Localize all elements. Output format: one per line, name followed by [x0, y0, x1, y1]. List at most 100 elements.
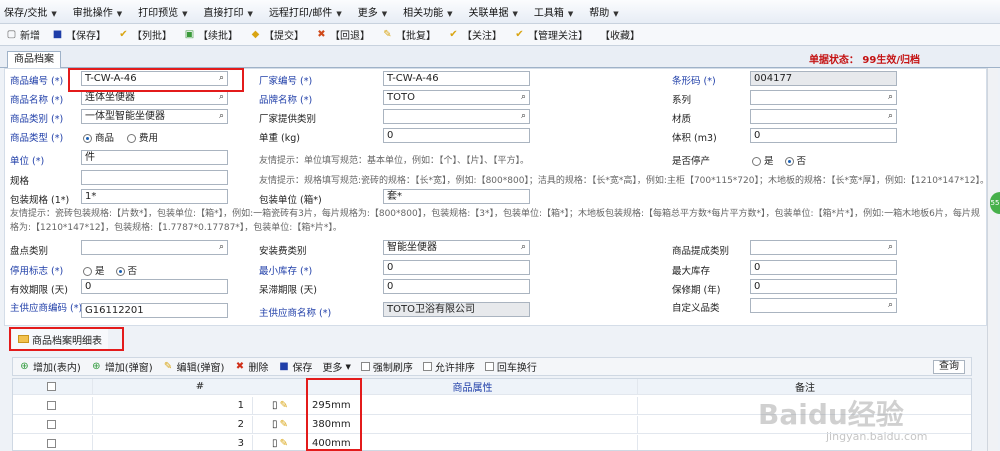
doc-icon[interactable]: ▯	[272, 438, 278, 449]
force-reorder-checkbox[interactable]: 强制刷序	[360, 359, 413, 374]
submit-button[interactable]: ◆ 【提交】	[250, 27, 304, 42]
search-icon[interactable]: ⌕	[219, 72, 224, 85]
search-icon[interactable]: ⌕	[219, 241, 224, 254]
row-actions-cell: ▯ ✎	[253, 397, 308, 414]
return-button[interactable]: ✖ 【回退】	[316, 27, 370, 42]
new-button[interactable]: ▢ 新增	[6, 27, 40, 42]
check-icon: ✔	[449, 29, 458, 40]
search-icon[interactable]: ⌕	[888, 91, 893, 104]
material-label: 材质	[672, 114, 692, 125]
list-approve-button[interactable]: ✔ 【列批】	[118, 27, 172, 42]
product-code-input[interactable]: T-CW-A-46 ⌕	[81, 71, 228, 86]
pack-unit-input[interactable]: 套*	[383, 189, 530, 204]
search-icon[interactable]: ⌕	[521, 241, 526, 254]
row-checkbox[interactable]	[46, 420, 56, 429]
type-product-radio[interactable]	[83, 134, 92, 143]
vertical-scrollbar[interactable]	[987, 68, 998, 451]
custom-category-input[interactable]: ⌕	[750, 298, 897, 313]
search-icon[interactable]: ⌕	[219, 110, 224, 123]
brand-input[interactable]: TOTO ⌕	[383, 90, 530, 105]
checkbox-icon	[360, 362, 370, 371]
continue-approve-button[interactable]: ▣ 【续批】	[184, 27, 238, 42]
menu-related-docs[interactable]: 关联单据 ▼	[468, 4, 517, 19]
category-input[interactable]: 一体型智能坐便器 ⌕	[81, 109, 228, 124]
row-attr-cell[interactable]: 380mm	[308, 416, 638, 433]
search-icon[interactable]: ⌕	[888, 299, 893, 312]
doc-icon[interactable]: ▯	[272, 419, 278, 430]
series-input[interactable]: ⌕	[750, 90, 897, 105]
search-icon[interactable]: ⌕	[219, 91, 224, 104]
valid-days-input[interactable]: 0	[81, 279, 228, 294]
pack-spec-input[interactable]: 1*	[81, 189, 228, 204]
query-button[interactable]: 查询	[933, 360, 965, 374]
weight-input[interactable]: 0	[383, 128, 530, 143]
enter-newline-checkbox[interactable]: 回车换行	[484, 359, 537, 374]
doc-icon[interactable]: ▯	[272, 400, 278, 411]
valid-days-label: 有效期限 (天)	[10, 285, 68, 296]
checkbox-icon	[484, 362, 494, 371]
tab-bar: 商品档案 单据状态： 99生效/归档	[0, 46, 1000, 68]
search-icon[interactable]: ⌕	[521, 110, 526, 123]
type-fee-radio[interactable]	[127, 134, 137, 143]
discontinued-no-radio[interactable]	[784, 157, 794, 166]
reply-button[interactable]: ✎ 【批复】	[382, 27, 436, 42]
volume-input[interactable]: 0	[750, 128, 897, 143]
tab-product-archive[interactable]: 商品档案	[7, 51, 61, 68]
pencil-icon[interactable]: ✎	[280, 419, 288, 430]
manage-follow-button[interactable]: ✔ 【管理关注】	[514, 27, 588, 42]
supplier-name-input[interactable]: TOTO卫浴有限公司	[383, 302, 530, 317]
product-name-input[interactable]: 连体坐便器 ⌕	[81, 90, 228, 105]
disabled-yes-radio[interactable]	[83, 267, 92, 276]
row-attr-cell[interactable]: 295mm	[308, 397, 638, 414]
attr-header[interactable]: 商品属性	[308, 379, 638, 394]
edit-popup-button[interactable]: ✎ 编辑(弹窗)	[163, 359, 225, 374]
row-checkbox[interactable]	[46, 401, 56, 410]
pencil-icon[interactable]: ✎	[280, 438, 288, 449]
disabled-no-radio[interactable]	[115, 267, 125, 276]
search-icon[interactable]: ⌕	[888, 241, 893, 254]
pencil-icon[interactable]: ✎	[280, 400, 288, 411]
discontinued-yes-radio[interactable]	[752, 157, 761, 166]
add-popup-button[interactable]: ⊕ 增加(弹窗)	[91, 359, 153, 374]
search-icon[interactable]: ⌕	[521, 91, 526, 104]
min-stock-input[interactable]: 0	[383, 260, 530, 275]
row-attr-cell[interactable]: 400mm	[308, 435, 638, 450]
supplier-code-input[interactable]: G16112201	[81, 303, 228, 318]
factory-category-input[interactable]: ⌕	[383, 109, 530, 124]
follow-button[interactable]: ✔ 【关注】	[448, 27, 502, 42]
delete-button[interactable]: ✖ 删除	[234, 359, 269, 374]
install-category-input[interactable]: 智能坐便器 ⌕	[383, 240, 530, 255]
menu-save-submit[interactable]: 保存/交批 ▼	[4, 4, 57, 19]
menu-more[interactable]: 更多 ▼	[358, 4, 387, 19]
factory-code-label: 厂家编号 (*)	[259, 76, 313, 87]
factory-code-input[interactable]: T-CW-A-46	[383, 71, 530, 86]
barcode-input[interactable]: 004177	[750, 71, 897, 86]
inventory-category-input[interactable]: ⌕	[81, 240, 228, 255]
unit-input[interactable]: 件	[81, 150, 228, 165]
search-icon[interactable]: ⌕	[888, 110, 893, 123]
save-button[interactable]: ■ 【保存】	[52, 27, 106, 42]
menu-related-functions[interactable]: 相关功能 ▼	[403, 4, 452, 19]
commission-category-input[interactable]: ⌕	[750, 240, 897, 255]
grid-save-button[interactable]: ■ 保存	[278, 359, 312, 374]
stale-days-input[interactable]: 0	[383, 279, 530, 294]
barcode-label: 条形码 (*)	[672, 76, 716, 87]
detail-section-title[interactable]: 商品档案明细表	[12, 329, 108, 349]
warranty-input[interactable]: 0	[750, 279, 897, 294]
menu-remote-print[interactable]: 远程打印/邮件 ▼	[269, 4, 342, 19]
spec-input[interactable]	[81, 170, 228, 185]
grid-more-button[interactable]: 更多 ▼	[322, 359, 350, 375]
row-checkbox[interactable]	[46, 439, 56, 448]
favorite-button[interactable]: 【收藏】	[600, 27, 640, 42]
select-all-checkbox[interactable]	[46, 382, 56, 391]
menu-direct-print[interactable]: 直接打印 ▼	[204, 4, 253, 19]
menu-print-preview[interactable]: 打印预览 ▼	[138, 4, 187, 19]
remark-header[interactable]: 备注	[638, 379, 971, 394]
material-input[interactable]: ⌕	[750, 109, 897, 124]
max-stock-input[interactable]: 0	[750, 260, 897, 275]
add-inline-button[interactable]: ⊕ 增加(表内)	[19, 359, 81, 374]
menu-toolbox[interactable]: 工具箱 ▼	[534, 4, 573, 19]
menu-approval[interactable]: 审批操作 ▼	[73, 4, 122, 19]
menu-help[interactable]: 帮助 ▼	[589, 4, 618, 19]
allow-sort-checkbox[interactable]: 允许排序	[422, 359, 475, 374]
